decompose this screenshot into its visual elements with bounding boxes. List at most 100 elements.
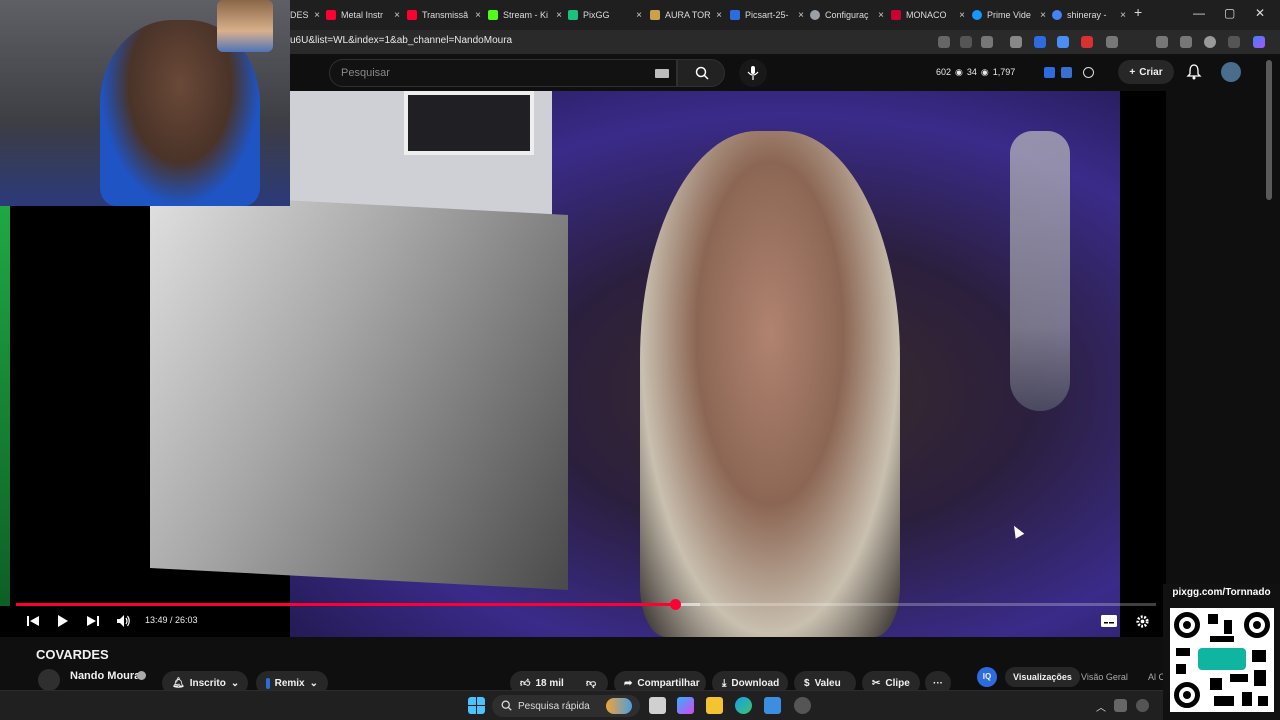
tab-views[interactable]: Visualizações <box>1005 667 1080 687</box>
tab[interactable]: Metal Instr × <box>326 3 400 27</box>
scrubber-handle[interactable] <box>669 599 681 610</box>
reading-list-icon[interactable] <box>1156 36 1168 48</box>
download-icon[interactable] <box>1180 36 1192 48</box>
tab[interactable]: Picsart-25- × <box>730 3 804 27</box>
monaco-favicon-icon <box>891 10 901 20</box>
account-avatar[interactable] <box>1221 62 1241 82</box>
tab-close-icon[interactable]: × <box>1120 10 1126 21</box>
task-view-icon[interactable] <box>649 697 666 714</box>
extension-icon[interactable] <box>1010 36 1022 48</box>
tab[interactable]: Transmissã × <box>407 3 481 27</box>
tab[interactable]: shineray - × <box>1052 3 1126 27</box>
tab-label: Visão Geral <box>1081 672 1128 682</box>
tab[interactable]: PixGG × <box>568 3 642 27</box>
taskbar-search[interactable]: Pesquisa rápida <box>492 695 640 717</box>
qr-module <box>1208 614 1218 624</box>
tab-label: Stream - Ki <box>503 10 549 20</box>
search-input[interactable]: Pesquisar <box>341 67 390 79</box>
tab[interactable]: AURA TORI × <box>650 3 722 27</box>
copilot-icon[interactable] <box>1253 36 1265 48</box>
voice-search-button[interactable] <box>739 59 767 87</box>
tab[interactable]: Configuraç × <box>810 3 884 27</box>
url-text[interactable]: u6U&list=WL&index=1&ab_channel=NandoMour… <box>290 35 512 46</box>
puzzle-icon[interactable] <box>1106 36 1118 48</box>
stat-b: 1,797 <box>992 67 1016 77</box>
donation-qr-overlay: pixgg.com/Tornnado <box>1163 584 1280 720</box>
search-icon <box>695 66 709 80</box>
page-scrollbar[interactable] <box>1266 60 1272 200</box>
windows-start-icon[interactable] <box>468 697 485 714</box>
copilot-icon[interactable] <box>677 697 694 714</box>
image-favicon-icon <box>730 10 740 20</box>
award-icon[interactable] <box>1083 67 1094 78</box>
tray-app-icon[interactable] <box>1114 699 1127 712</box>
notification-bell-icon[interactable] <box>1186 64 1202 80</box>
new-tab-button[interactable]: + <box>1134 4 1142 20</box>
star-icon[interactable] <box>981 36 993 48</box>
donation-url: pixgg.com/Tornnado <box>1172 587 1271 598</box>
extension-stats: 602 ◉ 34 ◉ 1,797 <box>936 67 1015 78</box>
tab-close-icon[interactable]: × <box>556 10 562 21</box>
previous-button[interactable] <box>24 612 42 630</box>
next-button[interactable] <box>84 612 102 630</box>
close-window-button[interactable]: ✕ <box>1255 6 1265 20</box>
tab-close-icon[interactable]: × <box>959 10 965 21</box>
tab-close-icon[interactable]: × <box>394 10 400 21</box>
tab-overview[interactable]: Visão Geral <box>1081 667 1128 687</box>
extension-icon[interactable] <box>1081 36 1093 48</box>
thumbs-down-icon: 👎︎ <box>586 678 597 689</box>
photos-icon[interactable] <box>764 697 781 714</box>
iq-logo-icon[interactable]: IQ <box>977 667 997 687</box>
tab[interactable]: MONACO × <box>891 3 965 27</box>
chevron-up-icon[interactable]: ︿ <box>1096 699 1106 714</box>
channel-avatar[interactable] <box>38 669 60 691</box>
file-explorer-icon[interactable] <box>706 697 723 714</box>
minimize-button[interactable]: — <box>1193 6 1205 20</box>
taskbar: Pesquisa rápida ︿ <box>0 690 1280 720</box>
obs-icon[interactable] <box>794 697 811 714</box>
menu-icon[interactable] <box>1228 36 1240 48</box>
extension-icon[interactable] <box>1034 36 1046 48</box>
youtube-favicon-icon <box>326 10 336 20</box>
tab-close-icon[interactable]: × <box>314 10 320 21</box>
streamer-avatar-sticker <box>217 0 273 52</box>
tab-close-icon[interactable]: × <box>1040 10 1046 21</box>
tab[interactable]: Stream - Ki × <box>488 3 562 27</box>
tab[interactable]: Prime Vide × <box>972 3 1046 27</box>
edge-icon[interactable] <box>735 697 752 714</box>
tab-close-icon[interactable]: × <box>878 10 884 21</box>
qr-finder <box>1174 682 1200 708</box>
volume-button[interactable] <box>115 612 133 630</box>
extension-icon[interactable] <box>1057 36 1069 48</box>
subtitles-button[interactable] <box>1100 612 1118 630</box>
tab-close-icon[interactable]: × <box>798 10 804 21</box>
search-highlight-icon <box>606 698 632 714</box>
tab-close-icon[interactable]: × <box>636 10 642 21</box>
settings-button[interactable] <box>1133 612 1151 630</box>
plus-icon: + <box>1129 66 1136 78</box>
stat-a: 34 <box>966 67 977 77</box>
tab-label: Configuraç <box>825 10 869 20</box>
progress-bar[interactable] <box>16 599 1156 610</box>
play-button[interactable] <box>54 612 72 630</box>
extension-icon[interactable] <box>1061 67 1072 78</box>
video-frame <box>1010 131 1070 411</box>
iq-extension-icon <box>266 677 270 689</box>
volume-icon <box>117 615 130 627</box>
tab-close-icon[interactable]: × <box>475 10 481 21</box>
install-app-icon[interactable] <box>960 36 972 48</box>
keyboard-icon[interactable] <box>655 69 669 78</box>
tab[interactable]: DES × <box>290 3 320 27</box>
bell-icon: 🔔︎ <box>172 677 185 689</box>
microphone-icon[interactable] <box>1136 699 1149 712</box>
iq-extension-icon[interactable] <box>1044 67 1055 78</box>
profile-icon[interactable] <box>1204 36 1216 48</box>
search-button[interactable] <box>677 59 725 87</box>
channel-name[interactable]: Nando Moura <box>70 670 140 682</box>
qr-module <box>1242 692 1252 706</box>
create-button[interactable]: + Criar <box>1118 60 1174 84</box>
tab-close-icon[interactable]: × <box>716 10 722 21</box>
maximize-button[interactable]: ▢ <box>1224 6 1235 20</box>
extension-icon[interactable] <box>938 36 950 48</box>
search-box[interactable]: Pesquisar <box>329 59 677 87</box>
